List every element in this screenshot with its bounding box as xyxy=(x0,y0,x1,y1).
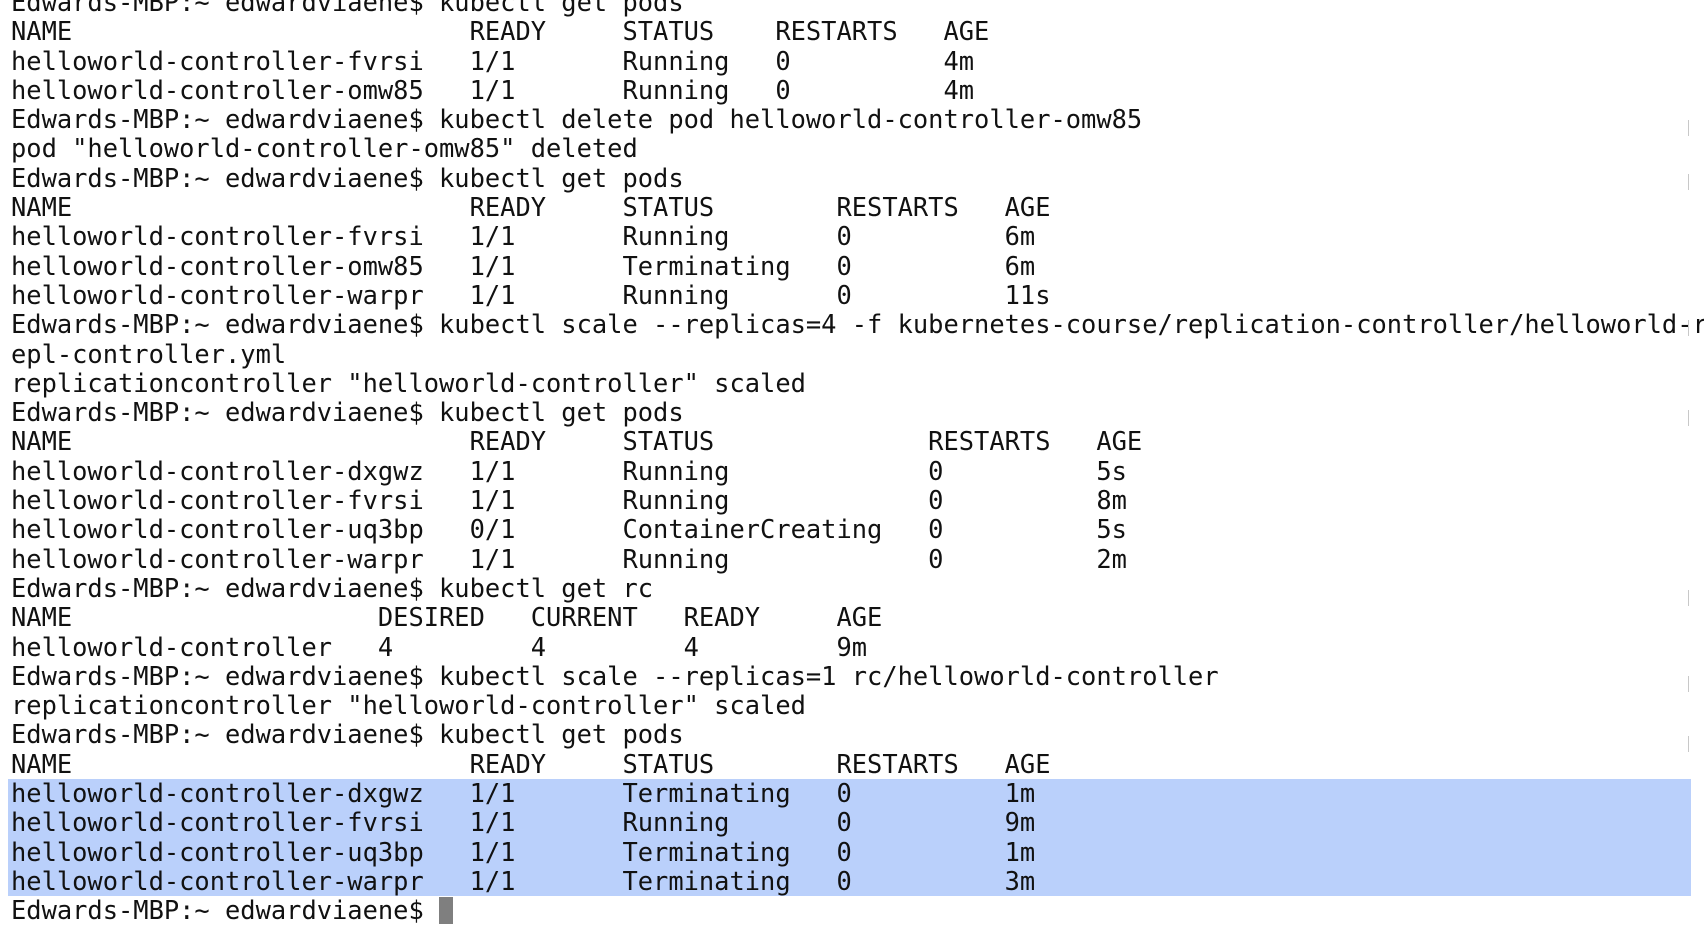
line-wrap-marker xyxy=(1688,320,1689,336)
table-row: helloworld-controller-omw85 1/1 Running … xyxy=(11,74,975,105)
terminal-output[interactable]: Edwards-MBP:~ edwardviaene$ kubectl get … xyxy=(8,0,1704,926)
line-wrap-marker xyxy=(1688,120,1689,136)
terminal-line: Edwards-MBP:~ edwardviaene$ kubectl dele… xyxy=(11,104,1143,135)
table-row: helloworld-controller-omw85 1/1 Terminat… xyxy=(11,250,1036,281)
table-row: helloworld-controller-uq3bp 0/1 Containe… xyxy=(11,514,1127,545)
table-header: NAME READY STATUS RESTARTS AGE xyxy=(11,16,990,47)
line-wrap-marker xyxy=(1688,590,1689,606)
table-row: helloworld-controller-warpr 1/1 Running … xyxy=(11,543,1127,574)
table-row: helloworld-controller-warpr 1/1 Running … xyxy=(11,279,1051,310)
terminal-line: Edwards-MBP:~ edwardviaene$ kubectl get … xyxy=(11,572,654,603)
table-row: helloworld-controller-fvrsi 1/1 Running … xyxy=(11,485,1127,516)
line-wrap-marker xyxy=(1688,410,1689,426)
prompt-line[interactable]: Edwards-MBP:~ edwardviaene$ xyxy=(11,896,1691,925)
line-wrap-marker xyxy=(1688,736,1689,752)
table-header: NAME DESIRED CURRENT READY AGE xyxy=(11,602,883,633)
terminal-window[interactable]: Edwards-MBP:~ edwardviaene$ kubectl get … xyxy=(0,0,1704,944)
terminal-line: pod "helloworld-controller-omw85" delete… xyxy=(11,133,638,164)
selected-table-row: helloworld-controller-warpr 1/1 Terminat… xyxy=(8,866,1691,897)
selected-table-row: helloworld-controller-dxgwz 1/1 Terminat… xyxy=(8,778,1691,809)
table-header: NAME READY STATUS RESTARTS AGE xyxy=(11,748,1051,779)
terminal-line: Edwards-MBP:~ edwardviaene$ kubectl get … xyxy=(11,0,684,17)
table-row: helloworld-controller-fvrsi 1/1 Running … xyxy=(11,45,975,76)
prompt-text: Edwards-MBP:~ edwardviaene$ xyxy=(11,895,440,926)
terminal-line: Edwards-MBP:~ edwardviaene$ kubectl get … xyxy=(11,162,684,193)
terminal-line: replicationcontroller "helloworld-contro… xyxy=(11,690,806,721)
terminal-line: replicationcontroller "helloworld-contro… xyxy=(11,367,806,398)
terminal-line: Edwards-MBP:~ edwardviaene$ kubectl scal… xyxy=(11,660,1219,691)
terminal-line: epl-controller.yml xyxy=(11,338,287,369)
text-cursor xyxy=(439,897,454,925)
selected-table-row: helloworld-controller-uq3bp 1/1 Terminat… xyxy=(8,837,1691,868)
line-wrap-marker xyxy=(1688,174,1689,190)
table-row: helloworld-controller-fvrsi 1/1 Running … xyxy=(11,221,1036,252)
terminal-line: Edwards-MBP:~ edwardviaene$ kubectl scal… xyxy=(11,309,1704,340)
terminal-line: Edwards-MBP:~ edwardviaene$ kubectl get … xyxy=(11,397,684,428)
table-header: NAME READY STATUS RESTARTS AGE xyxy=(11,192,1051,223)
terminal-line: Edwards-MBP:~ edwardviaene$ kubectl get … xyxy=(11,719,684,750)
table-row: helloworld-controller-dxgwz 1/1 Running … xyxy=(11,455,1127,486)
table-row: helloworld-controller 4 4 4 9m xyxy=(11,631,868,662)
table-header: NAME READY STATUS RESTARTS AGE xyxy=(11,426,1143,457)
line-wrap-marker xyxy=(1688,676,1689,692)
selected-table-row: helloworld-controller-fvrsi 1/1 Running … xyxy=(8,808,1691,838)
